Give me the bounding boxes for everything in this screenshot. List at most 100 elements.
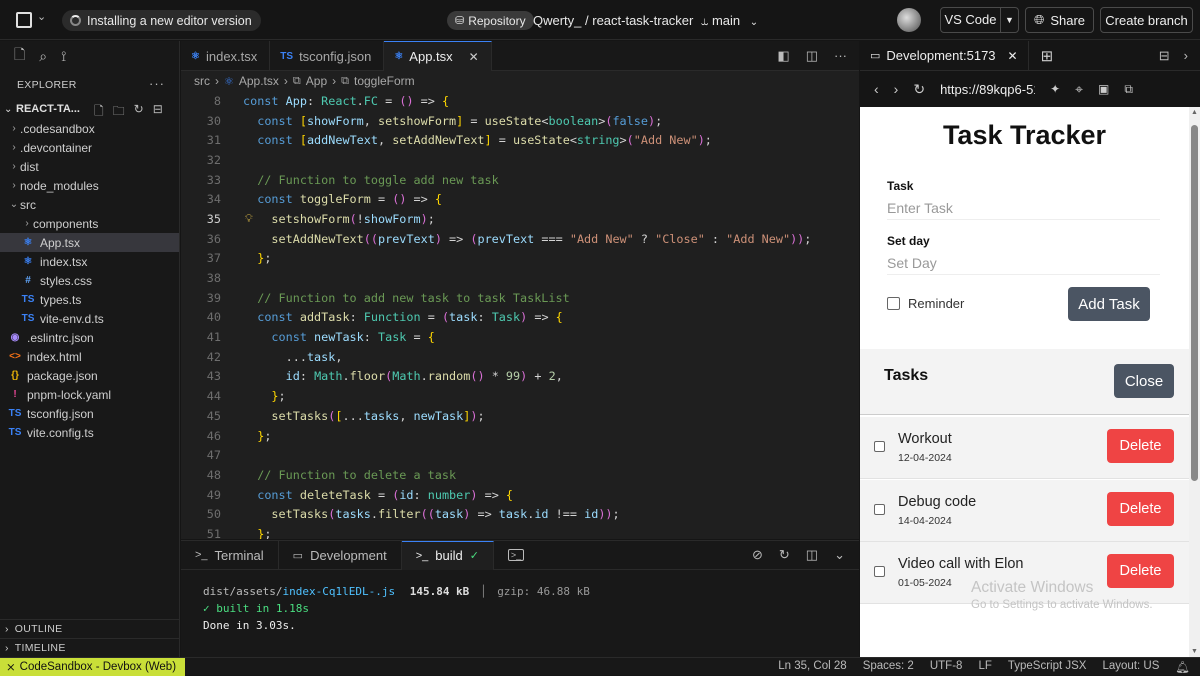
code-line[interactable]: 43 id: Math.floor(Math.random() * 99) + … (181, 367, 859, 387)
breadcrumb-item[interactable]: toggleForm (354, 74, 415, 88)
code-line[interactable]: 33 // Function to toggle add new task (181, 170, 859, 190)
remote-indicator[interactable]: ⨯ CodeSandbox - Devbox (Web) (0, 657, 186, 676)
layout-icon[interactable]: ⊟ (1159, 48, 1170, 64)
create-branch-button[interactable]: Create branch (1100, 7, 1193, 33)
code-line[interactable]: 32 (181, 150, 859, 170)
close-form-button[interactable]: Close (1114, 364, 1174, 398)
code-line[interactable]: 30 const [showForm, setshowForm] = useSt… (181, 111, 859, 131)
open-in-editor-label[interactable]: VS Code (941, 8, 1001, 32)
code-line[interactable]: 47 (181, 445, 859, 465)
tab-development-preview[interactable]: ▭ Development:5173 ✕ (860, 40, 1029, 71)
menu-chevron-icon[interactable]: ⌄ (37, 10, 46, 23)
tree-item[interactable]: TS vite.config.ts (0, 423, 179, 442)
language-mode[interactable]: TypeScript JSX (1008, 660, 1087, 674)
open-in-editor-button[interactable]: VS Code ▼ (940, 7, 1019, 33)
code-line[interactable]: 50 setTasks(tasks.filter((task) => task.… (181, 504, 859, 524)
code-line[interactable]: 48 // Function to delete a task (181, 465, 859, 485)
project-row[interactable]: ⌄ REACT-TA... 🗋︎ 🗀︎ ↻ ⊟ (0, 99, 179, 119)
task-checkbox[interactable] (874, 441, 885, 452)
restart-icon[interactable]: ↻ (779, 547, 790, 563)
close-icon[interactable]: ✕ (1008, 49, 1018, 63)
clear-icon[interactable]: ⊘ (752, 547, 763, 563)
bell-icon[interactable]: 🔔︎ (1175, 660, 1190, 674)
tree-item[interactable]: <> index.html (0, 347, 179, 366)
tree-item[interactable]: TS types.ts (0, 290, 179, 309)
cursor-position[interactable]: Ln 35, Col 28 (778, 660, 846, 674)
new-folder-icon[interactable]: 🗀︎ (113, 102, 125, 123)
tab-tsconfig-json[interactable]: TS tsconfig.json (270, 41, 385, 71)
tree-item[interactable]: # styles.css (0, 271, 179, 290)
share-button[interactable]: 🌐︎ Share (1025, 7, 1094, 33)
code-line[interactable]: 31 const [addNewText, setAddNewText] = u… (181, 130, 859, 150)
delete-button[interactable]: Delete (1107, 491, 1174, 526)
scroll-up-icon[interactable]: ▲ (1191, 109, 1198, 116)
code-line[interactable]: 40 const addTask: Function = (task: Task… (181, 308, 859, 328)
magic-icon[interactable]: ✦ (1050, 82, 1060, 96)
code-line[interactable]: 44 }; (181, 386, 859, 406)
code-line[interactable]: 51 }; (181, 524, 859, 539)
repo-path[interactable]: Qwerty_ / react-task-tracker ⥿ main ⌄ (533, 13, 758, 29)
tree-item[interactable]: ⚛ App.tsx (0, 233, 179, 252)
install-status[interactable]: Installing a new editor version (62, 10, 261, 31)
tree-item[interactable]: ! pnpm-lock.yaml (0, 385, 179, 404)
chevron-right-icon[interactable]: › (1184, 48, 1188, 64)
code-line[interactable]: 45 setTasks([...tasks, newTask]); (181, 406, 859, 426)
add-task-button[interactable]: Add Task (1068, 287, 1150, 321)
day-input[interactable]: Set Day (887, 251, 1160, 275)
code-line[interactable]: 38 (181, 268, 859, 288)
code-line[interactable]: 36 setAddNewText((prevText) => (prevText… (181, 229, 859, 249)
task-checkbox[interactable] (874, 566, 885, 577)
keyboard-layout[interactable]: Layout: US (1102, 660, 1159, 674)
code-line[interactable]: 46 }; (181, 426, 859, 446)
tree-item[interactable]: ⌄ src (0, 195, 179, 214)
code-line[interactable]: 8 const App: React.FC = () => { (181, 91, 859, 111)
tree-item[interactable]: ⚛ index.tsx (0, 252, 179, 271)
code-line[interactable]: 49 const deleteTask = (id: number) => { (181, 485, 859, 505)
tab-terminal[interactable]: >_ Terminal (181, 540, 279, 570)
tree-item[interactable]: TS vite-env.d.ts (0, 309, 179, 328)
preview-scrollbar[interactable]: ▲ ▼ (1189, 107, 1200, 657)
scroll-down-icon[interactable]: ▼ (1191, 648, 1198, 655)
code-line[interactable]: 34 const toggleForm = () => { (181, 189, 859, 209)
code-line[interactable]: 37 }; (181, 249, 859, 269)
files-icon[interactable]: 🗋︎ (14, 44, 25, 68)
code-line[interactable]: 39 // Function to add new task to task T… (181, 288, 859, 308)
line-ending[interactable]: LF (978, 660, 991, 674)
url-input[interactable]: https://89kqp6-5173.csb.app (940, 82, 1035, 97)
new-tab-icon[interactable]: ⊞ (1029, 47, 1066, 65)
devtools-icon[interactable]: ▣ (1098, 82, 1109, 96)
breadcrumb-item[interactable]: src (194, 74, 210, 88)
encoding[interactable]: UTF-8 (930, 660, 963, 674)
source-control-icon[interactable]: ⟟ (61, 48, 66, 65)
collapse-all-icon[interactable]: ⊟ (153, 102, 163, 123)
avatar[interactable] (897, 8, 921, 32)
code-line[interactable]: 35 💡︎ setshowForm(!showForm); (181, 209, 859, 229)
preview-icon[interactable]: ◧ (777, 48, 789, 64)
back-icon[interactable]: ‹ (874, 81, 879, 97)
repository-badge[interactable]: ⛁ Repository (447, 11, 534, 30)
tree-item[interactable]: › dist (0, 157, 179, 176)
forward-icon[interactable]: › (894, 81, 899, 97)
scrollbar-thumb[interactable] (1191, 125, 1198, 481)
new-file-icon[interactable]: 🗋︎ (94, 102, 104, 123)
search-icon[interactable]: ⌕ (39, 48, 47, 65)
tree-item[interactable]: TS tsconfig.json (0, 404, 179, 423)
more-actions-icon[interactable]: ··· (834, 48, 847, 64)
indentation[interactable]: Spaces: 2 (863, 660, 914, 674)
chevron-down-icon[interactable]: ⌄ (834, 547, 845, 563)
task-input[interactable]: Enter Task (887, 196, 1160, 220)
chevron-down-icon[interactable]: ▼ (1001, 15, 1018, 25)
lightbulb-icon[interactable]: 💡︎ (245, 212, 253, 226)
tree-item[interactable]: {} package.json (0, 366, 179, 385)
breadcrumb-item[interactable]: App.tsx (239, 74, 279, 88)
tree-item[interactable]: › node_modules (0, 176, 179, 195)
code-editor[interactable]: 8 const App: React.FC = () => {30 const [… (181, 91, 859, 539)
menu-square-icon[interactable] (16, 12, 32, 28)
crosshair-icon[interactable]: ⌖ (1075, 81, 1083, 98)
delete-button[interactable]: Delete (1107, 554, 1174, 588)
outline-section[interactable]: › OUTLINE (0, 619, 180, 638)
tab-index-tsx[interactable]: ⚛ index.tsx (181, 41, 271, 71)
reminder-checkbox[interactable] (887, 297, 900, 310)
breadcrumb-item[interactable]: App (306, 74, 327, 88)
code-line[interactable]: 41 const newTask: Task = { (181, 327, 859, 347)
